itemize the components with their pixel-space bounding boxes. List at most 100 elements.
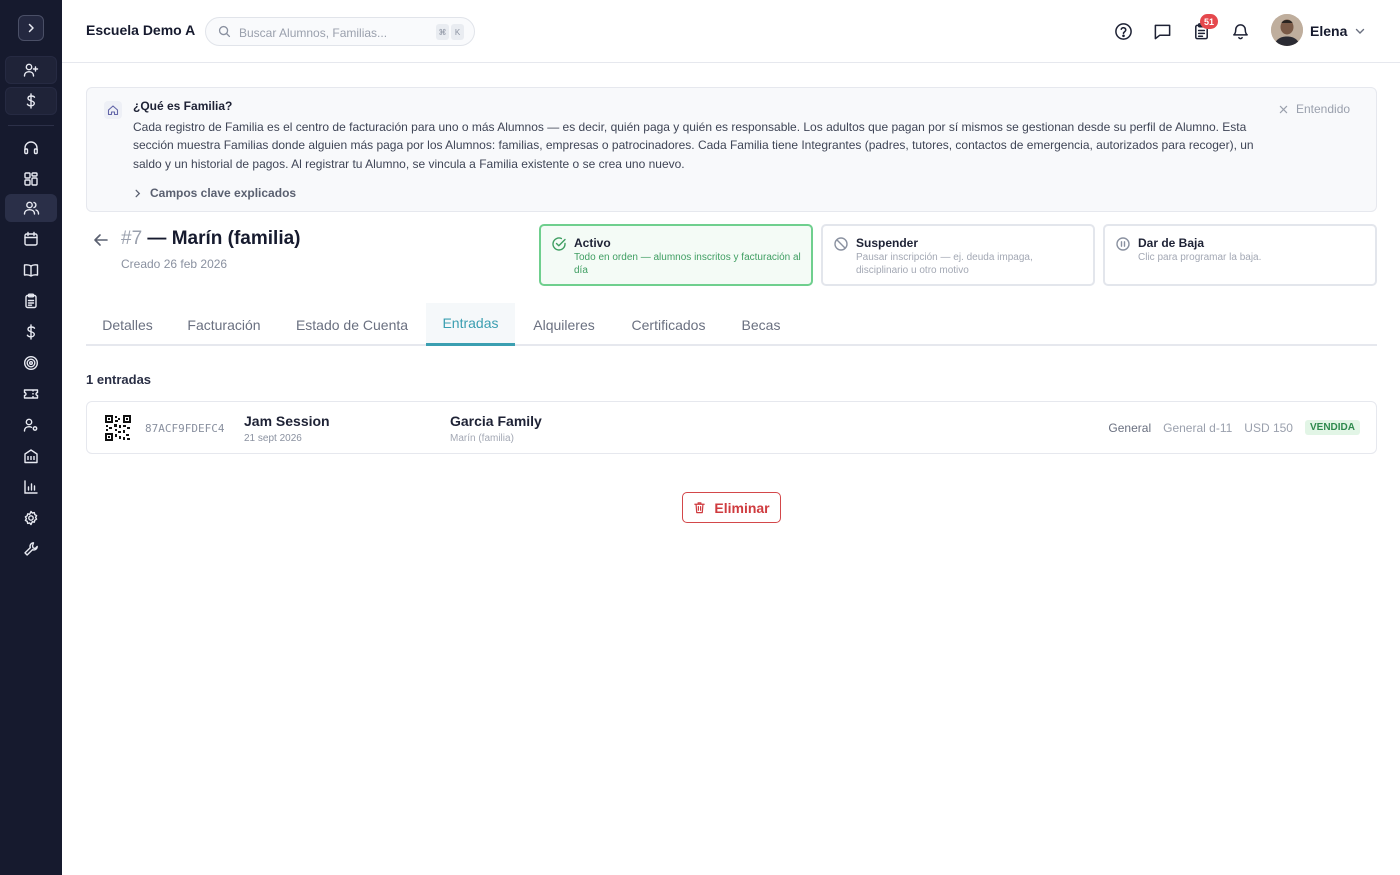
delete-label: Eliminar xyxy=(714,499,770,516)
family-name: — Marín (familia) xyxy=(147,228,301,249)
sidebar-item-attendance[interactable] xyxy=(5,287,57,315)
sidebar-item-goals[interactable] xyxy=(5,349,57,377)
family-number: #7 xyxy=(121,228,143,249)
dismiss-info-button[interactable]: Entendido xyxy=(1279,102,1350,116)
dollar-icon xyxy=(26,324,36,340)
building-icon xyxy=(24,449,38,464)
trash-icon xyxy=(694,502,706,514)
delete-button[interactable]: Eliminar xyxy=(682,492,781,523)
tab-certificates[interactable]: Certificados xyxy=(613,303,724,346)
status-option-suspend[interactable]: Suspender Pausar inscripción — ej. deuda… xyxy=(821,224,1095,286)
back-arrow-icon[interactable] xyxy=(92,231,110,249)
calendar-icon xyxy=(24,231,38,246)
notification-count-badge: 51 xyxy=(1200,14,1218,29)
dollar-icon xyxy=(26,93,36,109)
dashboard-icon xyxy=(24,172,38,186)
sidebar-item-locations[interactable] xyxy=(5,442,57,470)
chat-icon xyxy=(1154,24,1170,39)
status-description: Todo en orden — alumnos inscritos y fact… xyxy=(574,252,801,276)
sidebar xyxy=(0,0,62,875)
sidebar-item-tickets[interactable] xyxy=(5,380,57,408)
notifications-button[interactable] xyxy=(1229,20,1251,42)
bell-icon xyxy=(1232,23,1248,39)
messages-button[interactable] xyxy=(1151,20,1173,42)
qr-code-icon xyxy=(105,415,131,441)
sidebar-toggle-button[interactable] xyxy=(18,15,44,41)
event-name: Jam Session xyxy=(244,413,330,429)
gear-icon xyxy=(24,510,38,526)
sidebar-item-payments[interactable] xyxy=(5,87,57,115)
user-photo-icon xyxy=(1271,14,1303,46)
sidebar-item-dashboard[interactable] xyxy=(5,165,57,193)
sidebar-item-courses[interactable] xyxy=(5,256,57,284)
tab-rentals[interactable]: Alquileres xyxy=(517,303,611,346)
search-placeholder: Buscar Alumnos, Familias... xyxy=(239,26,388,40)
user-name[interactable]: Elena xyxy=(1310,23,1347,39)
ticket-holder-family: Marín (familia) xyxy=(450,433,514,444)
ticket-row[interactable]: 87ACF9FDEFC4 Jam Session 21 sept 2026 Ga… xyxy=(86,401,1377,454)
check-circle-icon xyxy=(552,237,566,251)
tab-billing[interactable]: Facturación xyxy=(171,303,277,346)
status-title: Dar de Baja xyxy=(1138,236,1205,250)
status-badge: VENDIDA xyxy=(1304,420,1360,435)
ticket-icon xyxy=(23,389,39,399)
global-search[interactable]: Buscar Alumnos, Familias... ⌘ K xyxy=(205,17,475,46)
info-body: Cada registro de Familia es el centro de… xyxy=(133,120,1254,171)
school-name: Escuela Demo A xyxy=(86,22,196,38)
ticket-holder: Garcia Family xyxy=(450,413,542,429)
chevron-right-icon xyxy=(28,23,34,33)
users-icon xyxy=(23,201,39,215)
wrench-icon xyxy=(24,542,38,556)
status-description: Clic para programar la baja. xyxy=(1138,252,1262,263)
entries-count: 1 entradas xyxy=(86,372,152,387)
shortcut-key-k: K xyxy=(451,24,464,40)
top-header: Escuela Demo A Buscar Alumnos, Familias.… xyxy=(62,0,1400,63)
key-fields-toggle[interactable]: Campos clave explicados xyxy=(133,186,296,200)
tab-details[interactable]: Detalles xyxy=(86,303,169,346)
sidebar-item-tools[interactable] xyxy=(5,535,57,563)
help-button[interactable] xyxy=(1112,20,1134,42)
dismiss-label: Entendido xyxy=(1296,102,1351,116)
user-settings-icon xyxy=(23,418,38,432)
event-date: 21 sept 2026 xyxy=(244,433,302,444)
sidebar-item-staff[interactable] xyxy=(5,411,57,439)
ban-icon xyxy=(834,237,848,251)
status-option-active[interactable]: Activo Todo en orden — alumnos inscritos… xyxy=(539,224,813,286)
help-icon xyxy=(1114,22,1132,40)
created-date: Creado 26 feb 2026 xyxy=(121,257,228,271)
tab-scholarships[interactable]: Becas xyxy=(726,303,796,346)
tab-tickets[interactable]: Entradas xyxy=(426,303,515,346)
ticket-meta: General General d-11 USD 150 VENDIDA xyxy=(1108,420,1360,435)
sidebar-item-settings[interactable] xyxy=(5,504,57,532)
shortcut-key-cmd: ⌘ xyxy=(436,24,449,40)
family-tabs: Detalles Facturación Estado de Cuenta En… xyxy=(86,303,1377,346)
chevron-right-icon xyxy=(135,189,141,197)
status-description: Pausar inscripción — ej. deuda impaga, d… xyxy=(856,252,1033,276)
add-user-icon xyxy=(23,63,39,77)
clipboard-icon xyxy=(25,293,37,309)
book-icon xyxy=(23,264,39,277)
sidebar-item-reports[interactable] xyxy=(5,473,57,501)
page-title: #7 — Marín (familia) xyxy=(121,228,301,250)
sidebar-item-support[interactable] xyxy=(5,134,57,162)
bar-chart-icon xyxy=(24,480,38,494)
key-fields-label: Campos clave explicados xyxy=(150,186,297,200)
ticket-tier: General xyxy=(1108,420,1152,435)
sidebar-item-calendar[interactable] xyxy=(5,225,57,253)
chevron-down-icon[interactable] xyxy=(1354,25,1366,37)
sidebar-item-add-user[interactable] xyxy=(5,56,57,84)
sidebar-item-finance[interactable] xyxy=(5,318,57,346)
ticket-price: USD 150 xyxy=(1244,420,1293,435)
close-icon xyxy=(1279,105,1288,113)
pause-circle-icon xyxy=(1116,237,1130,251)
search-icon xyxy=(218,25,231,38)
sidebar-item-families[interactable] xyxy=(5,194,57,222)
tab-account-statement[interactable]: Estado de Cuenta xyxy=(279,303,425,346)
ticket-seat: General d-11 xyxy=(1163,420,1233,435)
family-info-banner: ¿Qué es Familia? Cada registro de Famili… xyxy=(86,87,1377,212)
status-option-unenroll[interactable]: Dar de Baja Clic para programar la baja. xyxy=(1103,224,1377,286)
avatar[interactable] xyxy=(1271,14,1303,46)
headset-icon xyxy=(24,141,38,155)
target-icon xyxy=(23,355,39,371)
info-title: ¿Qué es Familia? xyxy=(133,99,233,113)
